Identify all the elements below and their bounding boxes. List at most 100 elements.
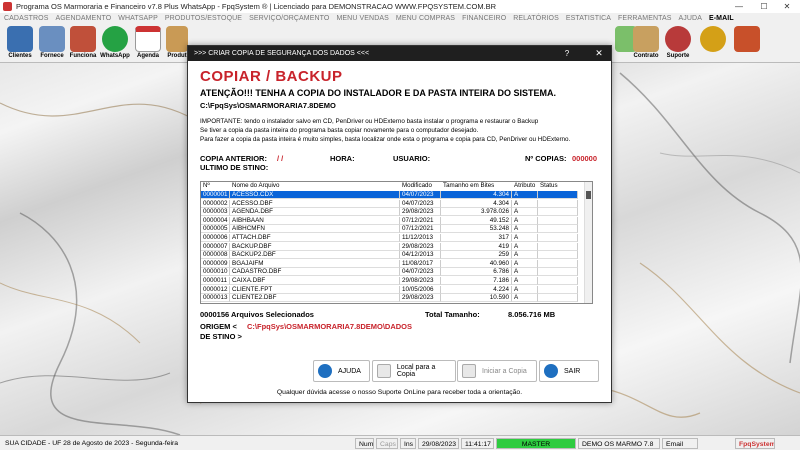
table-row[interactable]: 0000008 BACKUP2.DBF 04/12/2013 259 A <box>201 251 578 260</box>
table-cell: 4.304 <box>441 199 512 208</box>
menu-cadastros[interactable]: CADASTROS <box>4 15 48 22</box>
table-row[interactable]: 0000005 AIBHCMFN 07/12/2021 53.248 A <box>201 225 578 234</box>
destino-label: DE STINO > <box>200 332 242 341</box>
dialog-titlebar: >>> CRIAR COPIA DE SEGURANÇA DOS DADOS <… <box>188 46 611 61</box>
table-cell: 29/08/2023 <box>400 208 441 217</box>
iniciar-copia-button: Iniciar a Copia <box>457 360 537 382</box>
status-email[interactable]: Email <box>662 438 698 449</box>
table-cell: CLIENTE.FPT <box>230 285 400 294</box>
toolbar-fornecedores-button[interactable]: Fornece <box>37 25 67 62</box>
scrollbar-thumb[interactable] <box>586 191 591 199</box>
table-row[interactable]: 0000001 ACESSO.CDX 04/07/2023 4.304 A <box>201 191 578 200</box>
menu-agendamento[interactable]: AGENDAMENTO <box>55 15 111 22</box>
table-scrollbar[interactable] <box>584 182 592 303</box>
table-cell: A <box>512 191 538 200</box>
table-cell: 259 <box>441 251 512 260</box>
toolbar-funcionarios-button[interactable]: Funciona <box>68 25 98 62</box>
menu-compras[interactable]: MENU COMPRAS <box>396 15 455 22</box>
table-row[interactable]: 0000004 AIBHBAAN 07/12/2021 49.152 A <box>201 216 578 225</box>
dialog-close-button[interactable]: ✕ <box>589 46 609 61</box>
table-cell: 0000002 <box>201 199 230 208</box>
table-cell: 7.186 <box>441 277 512 286</box>
dialog-help-button[interactable]: ? <box>560 46 574 61</box>
table-cell: A <box>512 234 538 243</box>
menu-ajuda[interactable]: AJUDA <box>679 15 702 22</box>
table-cell <box>538 191 578 200</box>
table-cell: 0000007 <box>201 242 230 251</box>
close-window-button[interactable]: ✕ <box>776 0 798 13</box>
coins-icon <box>700 26 726 52</box>
folder-icon <box>377 364 391 378</box>
col-header-tamanho[interactable]: Tamanho em Bites <box>441 182 512 191</box>
origem-label: ORIGEM < <box>200 322 237 331</box>
total-label: Total Tamanho: <box>425 310 480 319</box>
col-header-atributo[interactable]: Atributo <box>512 182 538 191</box>
button-label: Iniciar a Copia <box>482 367 527 375</box>
col-header-numero[interactable]: Nº <box>201 182 230 191</box>
info-line: IMPORTANTE: tendo o instalador salvo em … <box>200 118 539 125</box>
table-cell: 11/12/2013 <box>400 234 441 243</box>
table-cell: 0000008 <box>201 251 230 260</box>
menu-ferramentas[interactable]: FERRAMENTAS <box>618 15 671 22</box>
menu-financeiro[interactable]: FINANCEIRO <box>462 15 506 22</box>
menu-whatsapp[interactable]: WHATSAPP <box>118 15 158 22</box>
table-cell: ACESSO.CDX <box>230 191 400 200</box>
table-cell: AIBHBAAN <box>230 216 400 225</box>
status-bar: SUA CIDADE - UF 28 de Agosto de 2023 - S… <box>0 435 800 450</box>
table-cell: ACESSO.DBF <box>230 199 400 208</box>
menu-produtos-estoque[interactable]: PRODUTOS/ESTOQUE <box>165 15 242 22</box>
ajuda-button[interactable]: AJUDA <box>313 360 370 382</box>
table-row[interactable]: 0000009 BGAJAIFM 11/08/2017 40.960 A <box>201 259 578 268</box>
contract-icon <box>633 26 659 52</box>
toolbar-exit-button[interactable] <box>732 25 762 62</box>
minimize-button[interactable]: — <box>728 0 750 13</box>
toolbar-label: Suporte <box>666 53 690 59</box>
toolbar-agenda-button[interactable]: Agenda <box>133 25 163 62</box>
menu-estatistica[interactable]: ESTATISTICA <box>566 15 611 22</box>
table-cell: ATTACH.DBF <box>230 234 400 243</box>
table-row[interactable]: 0000010 CADASTRO.DBF 04/07/2023 6.786 A <box>201 268 578 277</box>
table-row[interactable]: 0000006 ATTACH.DBF 11/12/2013 317 A <box>201 234 578 243</box>
table-cell: 0000012 <box>201 285 230 294</box>
table-cell: A <box>512 294 538 303</box>
toolbar-clientes-button[interactable]: Clientes <box>5 25 35 62</box>
files-table[interactable]: Nº Nome do Arquivo Modificado Tamanho em… <box>200 181 593 304</box>
toolbar-coins-button[interactable] <box>698 25 728 62</box>
table-cell: CADASTRO.DBF <box>230 268 400 277</box>
table-cell <box>538 208 578 217</box>
table-row[interactable]: 0000007 BACKUP.DBF 29/08/2023 419 A <box>201 242 578 251</box>
table-row[interactable]: 0000003 AGENDA.DBF 29/08/2023 3.978.026 A <box>201 208 578 217</box>
maximize-button[interactable]: ☐ <box>753 0 775 13</box>
menu-vendas[interactable]: MENU VENDAS <box>336 15 388 22</box>
toolbar-produtos-button[interactable]: Produt <box>165 25 189 62</box>
toolbar-label: Funciona <box>69 53 97 59</box>
table-cell: 6.786 <box>441 268 512 277</box>
menu-bar: CADASTROS AGENDAMENTO WHATSAPP PRODUTOS/… <box>0 13 800 24</box>
table-cell: 40.960 <box>441 259 512 268</box>
col-header-modificado[interactable]: Modificado <box>400 182 441 191</box>
window-titlebar: Programa OS Marmoraria e Financeiro v7.8… <box>0 0 800 13</box>
menu-servico-orcamento[interactable]: SERVIÇO/ORÇAMENTO <box>249 15 329 22</box>
sair-button[interactable]: SAIR <box>539 360 599 382</box>
local-copia-button[interactable]: Local para a Copia <box>372 360 456 382</box>
toolbar-contrato-button[interactable]: Contrato <box>629 25 663 62</box>
button-label: Local para a Copia <box>396 364 436 378</box>
col-header-status[interactable]: Status <box>538 182 578 191</box>
toolbar-whatsapp-button[interactable]: WhatsApp <box>100 25 130 62</box>
table-row[interactable]: 0000011 CAIXA.DBF 29/08/2023 7.186 A <box>201 277 578 286</box>
table-cell: A <box>512 285 538 294</box>
table-row[interactable]: 0000012 CLIENTE.FPT 10/05/2006 4.224 A <box>201 285 578 294</box>
ncopias-value: 000000 <box>572 154 598 163</box>
table-cell: AGENDA.DBF <box>230 208 400 217</box>
col-header-nome[interactable]: Nome do Arquivo <box>230 182 400 191</box>
menu-email[interactable]: E-MAIL <box>709 15 734 22</box>
table-row[interactable]: 0000013 CLIENTE2.DBF 29/08/2023 10.590 A <box>201 294 578 303</box>
toolbar-suporte-button[interactable]: Suporte <box>663 25 693 62</box>
table-row[interactable]: 0000002 ACESSO.DBF 04/07/2023 4.304 A <box>201 199 578 208</box>
backup-dialog: >>> CRIAR COPIA DE SEGURANÇA DOS DADOS <… <box>187 45 612 403</box>
button-label: SAIR <box>564 367 581 375</box>
usuario-label: USUARIO: <box>393 154 431 163</box>
table-cell: A <box>512 216 538 225</box>
menu-relatorios[interactable]: RELATÓRIOS <box>513 15 559 22</box>
table-cell: 10/05/2006 <box>400 285 441 294</box>
